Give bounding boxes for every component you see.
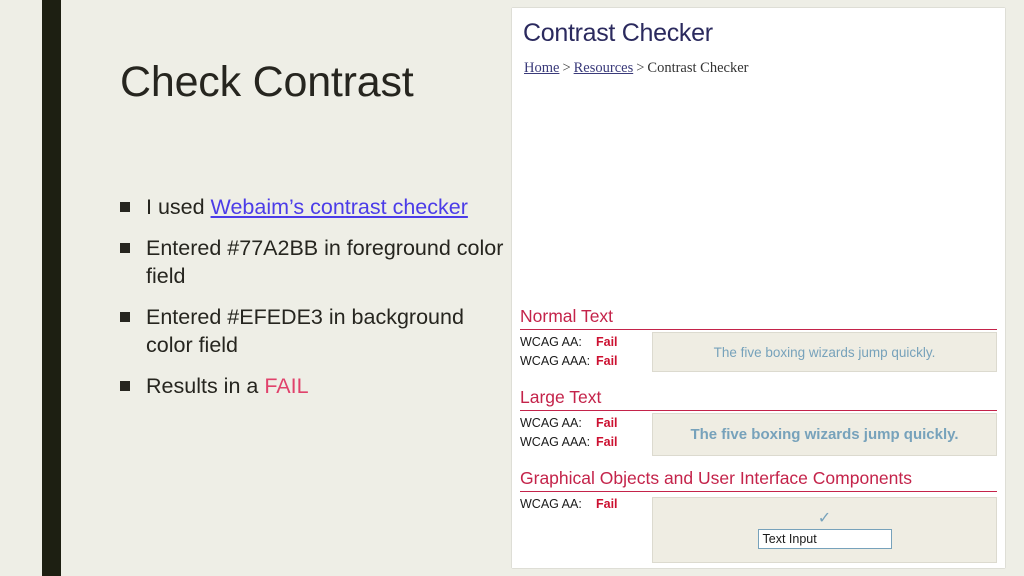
list-item-text: Entered #77A2BB in foreground color fiel… <box>146 235 504 289</box>
status-badge: Fail <box>596 416 618 430</box>
contrast-checker-screenshot: Contrast Checker Home > Resources > Contrast… <box>512 8 1005 568</box>
list-item: I used Webaim’s contrast checker <box>120 193 515 222</box>
status-badge: Fail <box>596 497 618 511</box>
table-row: WCAG AAA: Fail <box>520 354 650 368</box>
sample-text-large: The five boxing wizards jump quickly. <box>652 413 997 456</box>
slide-canvas: Check Contrast I used Webaim’s contrast … <box>0 0 1024 576</box>
wcag-level-label: WCAG AAA: <box>520 354 591 368</box>
section-heading-large-text: Large Text <box>520 387 997 411</box>
checkmark-icon: ✓ <box>817 510 832 527</box>
list-item: Entered #EFEDE3 in background color fiel… <box>120 303 515 360</box>
breadcrumb-separator: > <box>636 60 645 76</box>
breadcrumb-current: Contrast Checker <box>647 60 749 76</box>
fail-emphasis: FAIL <box>264 373 309 398</box>
table-row: WCAG AAA: Fail <box>520 435 650 449</box>
section-heading-normal-text: Normal Text <box>520 306 997 330</box>
bullet-square-icon <box>120 242 130 253</box>
status-badge: Fail <box>596 335 618 349</box>
list-item-text: I used Webaim’s contrast checker <box>146 193 515 222</box>
wcag-level-label: WCAG AA: <box>520 416 582 430</box>
status-badge: Fail <box>596 435 618 449</box>
wcag-results-normal-text: WCAG AA: Fail WCAG AAA: Fail <box>520 335 650 373</box>
list-item: Results in a FAIL <box>120 372 515 401</box>
status-badge: Fail <box>596 354 618 368</box>
list-item-prefix: Results in a <box>146 373 265 398</box>
bullet-square-icon <box>120 311 130 322</box>
list-item-text: Results in a FAIL <box>146 372 515 401</box>
bullet-square-icon <box>120 202 130 212</box>
table-row: WCAG AA: Fail <box>520 335 650 349</box>
sample-text-input[interactable]: Text Input <box>757 529 892 549</box>
wcag-level-label: WCAG AAA: <box>520 435 591 449</box>
wcag-results-graphical-objects: WCAG AA: Fail <box>520 497 650 516</box>
list-item-text: Entered #EFEDE3 in background color fiel… <box>146 304 464 358</box>
wcag-level-label: WCAG AA: <box>520 335 582 349</box>
section-heading-graphical-objects: Graphical Objects and User Interface Com… <box>520 468 997 492</box>
table-row: WCAG AA: Fail <box>520 416 650 430</box>
breadcrumb-separator: > <box>562 60 571 76</box>
bullet-list: I used Webaim’s contrast checker Entered… <box>120 193 515 413</box>
breadcrumb: Home > Resources > Contrast Checker <box>524 60 748 77</box>
table-row: WCAG AA: Fail <box>520 497 650 511</box>
sample-graphical-objects: ✓ Text Input <box>652 497 997 563</box>
sample-text-normal: The five boxing wizards jump quickly. <box>652 332 997 372</box>
screenshot-title: Contrast Checker <box>523 19 713 47</box>
wcag-level-label: WCAG AA: <box>520 497 582 511</box>
bullet-square-icon <box>120 380 130 391</box>
wcag-results-large-text: WCAG AA: Fail WCAG AAA: Fail <box>520 416 650 454</box>
breadcrumb-resources-link[interactable]: Resources <box>574 60 634 76</box>
webaim-contrast-checker-link[interactable]: Webaim’s contrast checker <box>211 195 468 219</box>
page-title: Check Contrast <box>120 58 414 106</box>
list-item-prefix: I used <box>146 195 211 219</box>
breadcrumb-home-link[interactable]: Home <box>524 60 559 76</box>
slide-accent-bar <box>42 0 61 576</box>
list-item: Entered #77A2BB in foreground color fiel… <box>120 234 515 291</box>
